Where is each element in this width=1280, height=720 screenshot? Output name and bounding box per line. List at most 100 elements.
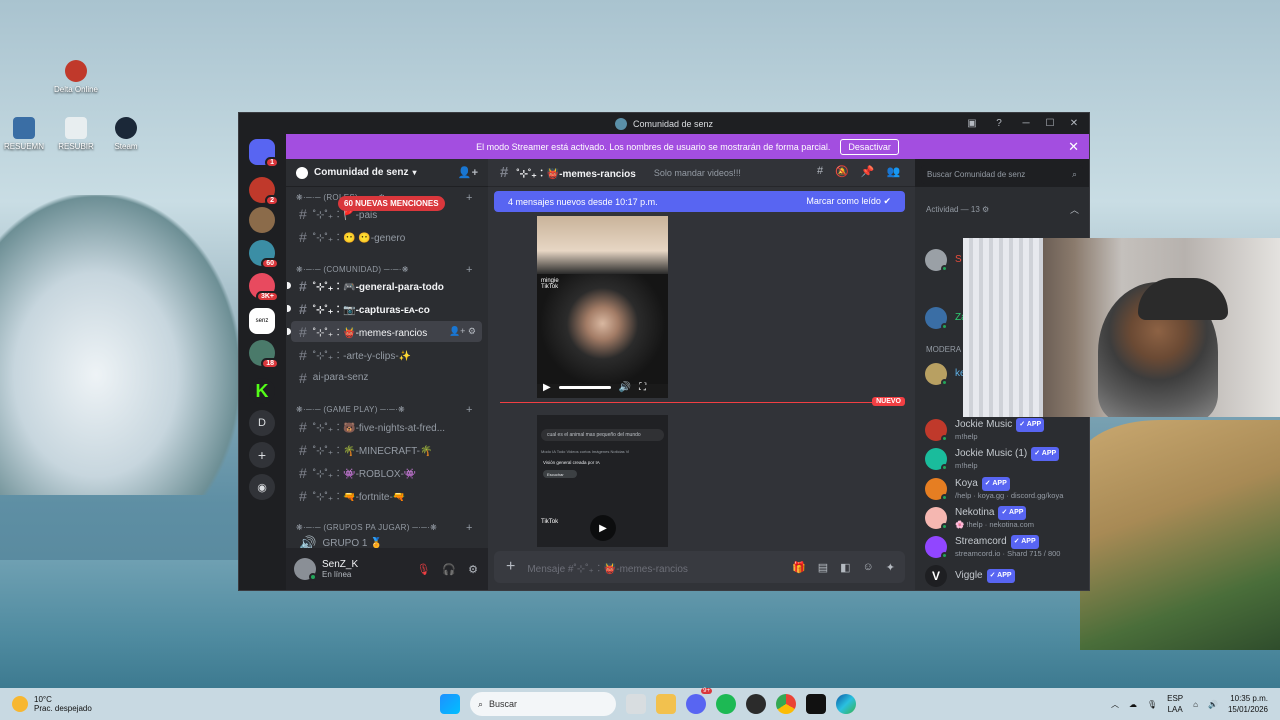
channel-arte-y-clips[interactable]: # ˚⊹˚₊︰-arte-y-clips-✨ [291, 344, 482, 365]
message-input[interactable]: Mensaje #˚⊹˚₊︰👹-memes-rancios [527, 560, 688, 575]
category-game-play[interactable]: ❋·─·─ (GAME PLAY) ─·─·❋ + [296, 404, 472, 416]
onedrive-icon[interactable]: ☁ [1129, 700, 1137, 709]
channel-ai-para-senz[interactable]: # ai-para-senz [291, 367, 482, 388]
video-attachment-2[interactable]: cual es el animal mas pequeño del mundo … [537, 415, 668, 547]
volume-slider[interactable] [558, 385, 611, 389]
minimize-button[interactable]: ─ [1015, 115, 1037, 132]
add-channel-icon[interactable]: + [466, 404, 473, 416]
user-settings-gear-icon[interactable]: ⚙ [468, 563, 478, 576]
member-nekotina[interactable]: Nekotina ✓ APP 🌸 !help · nekotina.com [925, 506, 1034, 530]
channel-settings-icon[interactable]: 👤+ ⚙ [449, 326, 476, 337]
deafen-icon[interactable]: 🎧 [442, 563, 456, 576]
emoji-icon[interactable]: ☺ [863, 561, 874, 574]
weather-widget[interactable]: 10°C Prac. despejado [12, 695, 92, 713]
server-header[interactable]: Comunidad de senz ▾ 👤+ [286, 159, 488, 187]
server-icon-1[interactable]: 2 [249, 177, 279, 206]
new-messages-text: 4 mensajes nuevos desde 10:17 p.m. [508, 196, 658, 207]
chrome-icon[interactable] [776, 694, 796, 714]
inbox-icon[interactable]: ▣ [961, 115, 983, 132]
attach-plus-icon[interactable]: + [506, 558, 515, 576]
taskbar-search[interactable]: ⌕ Buscar [470, 692, 616, 716]
play-icon[interactable]: ▶ [543, 382, 551, 393]
video-controls: ▶ 🔊 ⛶ [537, 376, 668, 398]
desktop-icon-steam[interactable]: Steam [96, 117, 156, 151]
tiktok-icon[interactable] [806, 694, 826, 714]
desktop-icon-delta-online[interactable]: Delta Online [46, 60, 106, 94]
microphone-icon[interactable]: 🎙 [1147, 700, 1157, 709]
discord-taskbar-icon[interactable]: 9+ [686, 688, 712, 714]
server-icon-d[interactable]: D [249, 410, 275, 436]
network-icon[interactable]: ⌂ [1193, 700, 1198, 709]
gift-icon[interactable]: 🎁 [792, 561, 806, 574]
invite-people-icon[interactable]: 👤+ [458, 166, 478, 179]
member-jockie-music-1[interactable]: Jockie Music (1) ✓ APP m!help [925, 447, 1060, 471]
file-explorer-icon[interactable] [656, 694, 676, 714]
member-viggle[interactable]: V Viggle ✓ APP [925, 565, 1015, 587]
help-icon[interactable]: ? [985, 115, 1013, 132]
volume-icon[interactable]: 🔊 [619, 382, 631, 393]
member-item[interactable]: S [925, 249, 962, 272]
server-icon-4[interactable]: 3K+ [249, 273, 279, 302]
chevron-up-icon[interactable]: ︿ [1070, 203, 1079, 216]
steam-taskbar-icon[interactable] [746, 694, 766, 714]
clock[interactable]: 10:35 p.m. 15/01/2026 [1228, 693, 1268, 715]
spotify-icon[interactable] [716, 694, 736, 714]
windows-start-icon[interactable] [440, 694, 460, 714]
channel-memes-rancios[interactable]: # ˚⊹˚₊︰👹-memes-rancios 👤+ ⚙ [287, 321, 482, 342]
video-attachment-1[interactable]: mingie TikTok ▶ 🔊 ⛶ [537, 216, 668, 398]
mute-mic-icon[interactable]: 🎙 [416, 563, 430, 576]
category-comunidad[interactable]: ❋·─·─ (COMUNIDAD) ─·─·❋ + [296, 264, 472, 276]
kick-server-icon[interactable]: K [249, 378, 275, 404]
banner-close-icon[interactable]: ✕ [1068, 139, 1079, 155]
threads-icon[interactable]: # [817, 165, 823, 178]
activity-section-header[interactable]: Actividad — 13 ⚙ [926, 205, 989, 214]
server-icon-2[interactable] [249, 207, 275, 233]
channel-general-para-todo[interactable]: # ˚⊹˚₊︰🎮-general-para-todo [287, 275, 482, 296]
gif-icon[interactable]: ▤ [818, 561, 828, 574]
server-badge: 60 [261, 258, 279, 269]
volume-icon[interactable]: 🔊 [1208, 700, 1218, 709]
channel-minecraft[interactable]: # ˚⊹˚₊︰🌴-MINECRAFT-🌴 [291, 439, 482, 460]
channel-roblox[interactable]: # ˚⊹˚₊︰👾-ROBLOX-👾 [291, 462, 482, 483]
close-button[interactable]: ✕ [1063, 115, 1085, 132]
play-icon[interactable]: ▶ [590, 515, 616, 541]
channel-topic[interactable]: Solo mandar videos!!! [654, 168, 741, 178]
member-koya[interactable]: Koya ✓ APP/help · koya.gg · discord.gg/ko… [925, 477, 1063, 501]
channel-capturas[interactable]: # ˚⊹˚₊︰📷-capturas-ᴇᴀ-ᴄᴏ [287, 298, 482, 319]
server-icon-3[interactable]: 60 [249, 240, 279, 269]
category-grupos[interactable]: ❋·─·─ (GRUPOS PA JUGAR) ─·─·❋ + [296, 522, 472, 534]
member-list-icon[interactable]: 👥 [887, 165, 901, 178]
chevron-up-icon[interactable]: ︿ [1111, 699, 1119, 710]
fullscreen-icon[interactable]: ⛶ [639, 382, 646, 393]
unread-indicator [287, 305, 291, 312]
edge-icon[interactable] [836, 694, 856, 714]
channel-five-nights[interactable]: # ˚⊹˚₊︰🐻-five-nights-at-fred... [291, 416, 482, 437]
notification-bell-icon[interactable]: 🔕 [835, 165, 849, 178]
maximize-button[interactable]: ☐ [1039, 115, 1061, 132]
pin-icon[interactable]: 📌 [861, 165, 875, 178]
deactivate-button[interactable]: Desactivar [840, 138, 899, 155]
language-indicator[interactable]: ESP LAA [1167, 693, 1183, 715]
server-icon-6[interactable]: 18 [249, 340, 279, 369]
avatar[interactable] [294, 558, 317, 581]
channel-genero[interactable]: # ˚⊹˚₊︰😶 😶-genero [291, 226, 482, 247]
member-jockie-music[interactable]: Jockie Music ✓ APP m!help [925, 418, 1045, 442]
apps-icon[interactable]: ✦ [886, 561, 895, 574]
new-mentions-pill[interactable]: 60 NUEVAS MENCIONES [338, 196, 445, 211]
sticker-icon[interactable]: ◧ [840, 561, 850, 574]
member-streamcord[interactable]: Streamcord ✓ APP streamcord.io · Shard 715… [925, 535, 1060, 559]
task-view-icon[interactable] [626, 694, 646, 714]
search-input[interactable]: Buscar Comunidad de senz ⌕ [921, 165, 1083, 184]
direct-messages-button[interactable]: 1 [249, 139, 279, 168]
new-messages-bar[interactable]: 4 mensajes nuevos desde 10:17 p.m. Marca… [494, 191, 905, 212]
discover-icon[interactable]: ◉ [249, 474, 275, 500]
windows-taskbar: 10°C Prac. despejado ⌕ Buscar 9+ ︿ ☁ 🎙 ESP… [0, 688, 1280, 720]
chat-header-actions: # 🔕 📌 👥 [817, 165, 900, 178]
member-item[interactable]: ke [925, 363, 966, 386]
mark-as-read-button[interactable]: Marcar como leído ✔ [806, 196, 891, 207]
channel-fortnite[interactable]: # ˚⊹˚₊︰🔫-fortnite-🔫 [291, 485, 482, 506]
message-composer[interactable]: + Mensaje #˚⊹˚₊︰👹-memes-rancios 🎁 ▤ ◧ ☺ … [494, 551, 905, 583]
add-server-button[interactable]: + [249, 442, 275, 468]
member-item[interactable]: Za [925, 307, 967, 330]
server-icon-senz[interactable]: senz [249, 308, 275, 334]
